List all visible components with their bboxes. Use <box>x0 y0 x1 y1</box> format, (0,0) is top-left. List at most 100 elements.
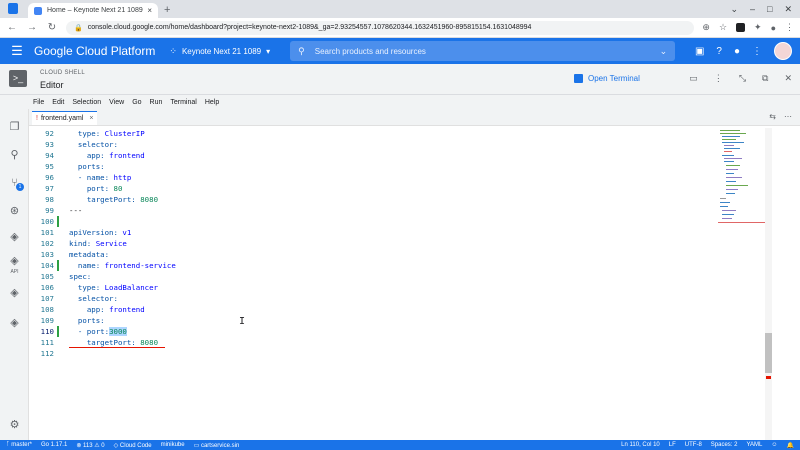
search-expand-chevron-icon[interactable]: ⌄ <box>660 46 668 57</box>
menu-terminal[interactable]: Terminal <box>170 99 196 106</box>
minimap-line <box>722 218 732 220</box>
url-field[interactable]: 🔒 console.cloud.google.com/home/dashboar… <box>66 20 695 35</box>
yaml-value: frontend-service <box>100 261 176 270</box>
yaml-key: targetPort: <box>86 338 136 347</box>
editor-scrollbar[interactable] <box>765 128 772 440</box>
tab-search-icon[interactable]: ⌄ <box>730 4 738 15</box>
reload-icon[interactable]: ↻ <box>46 22 58 33</box>
editor-menu-bar: File Edit Selection View Go Run Terminal… <box>0 95 800 109</box>
cluster-status[interactable]: minikube <box>161 442 185 448</box>
cursor-position-status[interactable]: Ln 110, Col 10 <box>621 442 660 449</box>
search-files-icon[interactable]: ⚲ <box>6 147 23 163</box>
scrollbar-thumb[interactable] <box>765 333 772 373</box>
feedback-icon[interactable]: ☺ <box>771 442 777 449</box>
gcp-logo-title[interactable]: Google Cloud Platform <box>34 44 155 58</box>
line-number: 110 <box>40 327 54 336</box>
project-picker[interactable]: ⁘ Keynote Next 21 1089 ▾ <box>169 46 270 57</box>
close-shell-icon[interactable]: ✕ <box>784 73 792 84</box>
profile-icon[interactable]: ● <box>771 23 776 33</box>
minimap[interactable] <box>718 128 766 228</box>
go-version-status[interactable]: Go 1.17.1 <box>41 442 67 448</box>
code-line: 95 ports: <box>29 161 765 172</box>
yaml-value: LoadBalancer <box>100 283 159 292</box>
yaml-key: type: <box>77 129 101 138</box>
maximize-button[interactable]: □ <box>767 4 772 14</box>
help-icon[interactable]: ? <box>716 46 722 57</box>
yaml-file-icon: ! <box>36 115 38 122</box>
split-editor-icon[interactable]: ⇆ <box>769 112 776 121</box>
modified-line-marker <box>57 326 59 337</box>
bookmark-star-icon[interactable]: ☆ <box>719 22 727 33</box>
cloud-code-icon[interactable]: ◈ <box>6 229 23 245</box>
shell-more-icon[interactable]: ⋮ <box>714 73 723 84</box>
encoding-status[interactable]: UTF-8 <box>685 442 702 449</box>
minimap-line <box>726 181 736 183</box>
added-line-marker <box>57 216 59 227</box>
menu-run[interactable]: Run <box>150 99 163 106</box>
language-mode-status[interactable]: YAML <box>746 442 762 449</box>
service-status[interactable]: ▭ cartservice.sin <box>194 442 240 449</box>
yaml-key: selector: <box>77 140 118 149</box>
forward-arrow-icon[interactable]: → <box>26 22 38 33</box>
code-line: 102 kind: Service <box>29 238 765 249</box>
explorer-icon[interactable]: ❐ <box>6 119 23 135</box>
tab-frontend-yaml[interactable]: ! frontend.yaml × <box>32 111 98 125</box>
editor-more-icon[interactable]: ⋯ <box>784 112 792 121</box>
extensions-icon[interactable]: ⊛ <box>6 203 23 219</box>
cloud-code-status[interactable]: ◇ Cloud Code <box>114 442 152 449</box>
docs-app-icon[interactable] <box>8 3 18 14</box>
menu-selection[interactable]: Selection <box>72 99 101 106</box>
extension-icon[interactable] <box>736 23 746 32</box>
more-options-icon[interactable]: ⋮ <box>752 46 762 57</box>
zoom-icon[interactable]: ⊕ <box>702 22 710 33</box>
minimap-line <box>726 169 738 171</box>
cloud-run-icon[interactable]: ◈ <box>6 315 23 331</box>
notifications-bell-icon[interactable]: ● <box>734 46 740 57</box>
code-editor[interactable]: 92 type: ClusterIP 93 selector: 94 app: … <box>29 128 765 440</box>
eol-status[interactable]: LF <box>669 442 676 449</box>
new-tab-button[interactable]: + <box>164 3 170 18</box>
yaml-number: 80 <box>109 184 123 193</box>
menu-edit[interactable]: Edit <box>52 99 64 106</box>
search-bar[interactable]: ⚲ Search products and resources ⌄ <box>290 41 676 61</box>
minimize-button[interactable]: – <box>750 4 755 14</box>
tab-close-icon[interactable]: × <box>147 6 152 15</box>
user-avatar[interactable] <box>774 42 792 60</box>
open-new-window-icon[interactable]: ⧉ <box>762 73 768 84</box>
cloud-apis-icon[interactable]: ◈ <box>6 253 23 269</box>
indentation-status[interactable]: Spaces: 2 <box>711 442 738 449</box>
yaml-key: spec: <box>69 272 92 281</box>
browser-menu-icon[interactable]: ⋮ <box>785 22 794 33</box>
open-terminal-button[interactable]: Open Terminal <box>574 74 640 83</box>
minimize-shell-icon[interactable]: ⤡ <box>739 73 746 84</box>
git-branch-status[interactable]: ᚵ master* <box>6 442 32 448</box>
menu-help[interactable]: Help <box>205 99 219 106</box>
close-window-button[interactable]: ✕ <box>784 4 792 15</box>
close-tab-icon[interactable]: × <box>89 115 93 122</box>
back-arrow-icon[interactable]: ← <box>6 22 18 33</box>
notifications-icon[interactable]: 🔔 <box>787 442 794 449</box>
gcp-header-actions: ▣ ? ● ⋮ <box>695 42 800 60</box>
problems-status[interactable]: ⊗ 113 ⚠ 0 <box>76 442 104 449</box>
browser-tab[interactable]: Home – Keynote Next 21 1089 × <box>28 3 158 18</box>
secret-manager-icon[interactable]: ◈ <box>6 285 23 301</box>
code-line: 104 name: frontend-service <box>29 260 765 271</box>
menu-go[interactable]: Go <box>132 99 141 106</box>
gcp-favicon-icon <box>34 6 42 15</box>
cloud-shell-icon[interactable]: ▣ <box>695 46 704 57</box>
line-number: 96 <box>45 173 54 182</box>
hamburger-menu-icon[interactable]: ☰ <box>0 43 34 59</box>
yaml-key: app: <box>86 151 105 160</box>
minimap-line <box>722 210 736 212</box>
web-preview-icon[interactable]: ▭ <box>689 73 698 84</box>
minimap-line <box>720 202 730 204</box>
menu-view[interactable]: View <box>109 99 124 106</box>
line-number: 104 <box>40 261 54 270</box>
settings-gear-icon[interactable]: ⚙ <box>6 417 23 433</box>
extensions-puzzle-icon[interactable]: ✦ <box>754 22 762 33</box>
menu-file[interactable]: File <box>33 99 44 106</box>
yaml-value: frontend <box>104 305 145 314</box>
